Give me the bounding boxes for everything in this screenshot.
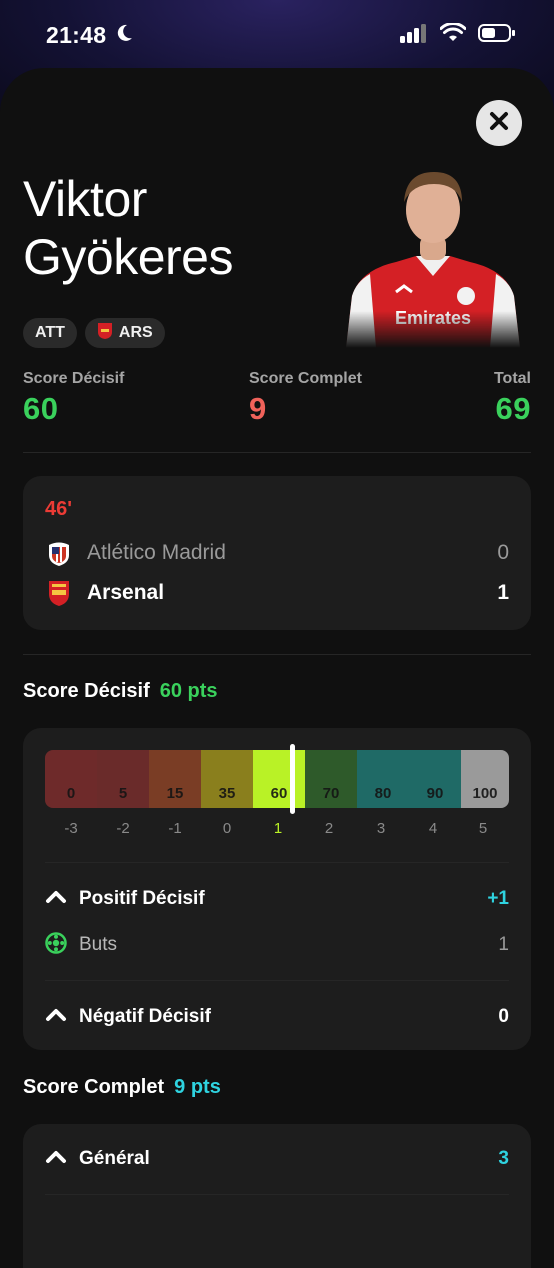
positif-decisif-label: Positif Décisif — [79, 888, 205, 909]
match-card[interactable]: 46' Atlético Madrid 0 Arsenal 1 — [23, 476, 531, 630]
section-title-pts: 9 pts — [174, 1076, 221, 1098]
total-label: Total — [493, 370, 531, 387]
scale-tick: 3 — [376, 820, 386, 837]
scale-tick: -3 — [64, 820, 78, 837]
scale-tick: -2 — [116, 820, 130, 837]
player-last-name: Gyökeres — [23, 229, 233, 285]
wifi-icon — [439, 21, 467, 48]
general-row[interactable]: Général 3 — [45, 1144, 509, 1174]
score-decisif-summary: Score Décisif 60 — [23, 370, 124, 427]
away-team-score: 1 — [497, 581, 509, 604]
scale-segment-active: 60 — [253, 750, 305, 808]
section-title-pts: 60 pts — [159, 680, 218, 702]
score-decisif-label: Score Décisif — [23, 370, 125, 387]
cellular-signal-icon — [400, 23, 428, 48]
scale-ticks: -3 -2 -1 0 1 2 3 4 5 — [45, 820, 509, 840]
score-decisif-value: 60 — [23, 391, 59, 426]
divider — [45, 1194, 509, 1195]
home-team-name: Atlético Madrid — [87, 541, 226, 564]
buts-value: 1 — [498, 934, 509, 955]
player-tags: ATT ARS — [23, 318, 165, 348]
scale-segment: 35 — [201, 750, 253, 808]
scale-tick-active: 1 — [273, 820, 283, 837]
negatif-decisif-value: 0 — [498, 1006, 509, 1027]
status-time: 21:48 — [46, 21, 107, 48]
scale-tick: 5 — [478, 820, 488, 837]
total-summary: Total 69 — [494, 370, 531, 427]
score-decisif-card: 0 5 15 35 60 70 80 90 100 -3 -2 -1 0 1 2… — [23, 728, 531, 1050]
scale-tick: 2 — [324, 820, 334, 837]
scale-segment: 90 — [409, 750, 461, 808]
player-detail-sheet: Viktor Gyökeres Emirates ATT ARS Score D… — [0, 68, 554, 1268]
player-name: Viktor Gyökeres — [23, 170, 343, 286]
arsenal-crest-icon — [45, 578, 73, 608]
scale-segment: 70 — [305, 750, 357, 808]
team-abbr-label: ARS — [118, 324, 153, 341]
section-title-label: Score Décisif — [23, 680, 150, 702]
atletico-crest-icon — [45, 538, 73, 568]
score-complet-card: Général 3 — [23, 1124, 531, 1268]
position-label: ATT — [35, 324, 65, 341]
position-tag: ATT — [23, 318, 77, 348]
away-team-name: Arsenal — [87, 581, 165, 604]
home-team-row: Atlético Madrid 0 — [45, 538, 509, 568]
away-team-row: Arsenal 1 — [45, 578, 509, 608]
negatif-decisif-row[interactable]: Négatif Décisif 0 — [45, 1002, 509, 1032]
divider — [45, 980, 509, 981]
score-complet-section-title: Score Complet 9 pts — [23, 1076, 221, 1099]
scale-segment: 0 — [45, 750, 97, 808]
player-first-name: Viktor — [23, 171, 147, 227]
close-button[interactable] — [476, 100, 522, 146]
score-complet-label: Score Complet — [249, 370, 362, 387]
scale-tick: 0 — [222, 820, 232, 837]
player-photo: Emirates — [346, 164, 520, 348]
scale-segment: 5 — [97, 750, 149, 808]
scores-summary: Score Décisif 60 Score Complet 9 Total 6… — [23, 370, 531, 430]
team-tag: ARS — [84, 318, 165, 348]
negatif-decisif-label: Négatif Décisif — [79, 1006, 211, 1027]
divider — [23, 654, 531, 655]
arsenal-crest-icon — [97, 322, 113, 345]
total-value: 69 — [495, 391, 531, 426]
scale-segment: 80 — [357, 750, 409, 808]
status-bar: 21:48 — [0, 0, 554, 70]
scale-segment: 15 — [149, 750, 201, 808]
divider — [23, 452, 531, 453]
home-team-score: 0 — [497, 541, 509, 564]
close-icon — [488, 110, 510, 137]
section-title-label: Score Complet — [23, 1076, 165, 1098]
score-decisif-section-title: Score Décisif 60 pts — [23, 680, 218, 703]
svg-text:Emirates: Emirates — [395, 308, 471, 328]
positif-decisif-value: +1 — [487, 888, 509, 909]
chevron-up-icon — [45, 1149, 67, 1170]
score-complet-value: 9 — [249, 391, 267, 426]
general-value: 3 — [498, 1148, 509, 1169]
general-label: Général — [79, 1148, 150, 1169]
positif-decisif-row[interactable]: Positif Décisif +1 — [45, 884, 509, 914]
match-minute: 46' — [45, 498, 73, 520]
buts-label: Buts — [79, 934, 118, 955]
battery-icon — [478, 23, 516, 48]
score-marker — [290, 744, 295, 814]
divider — [45, 862, 509, 863]
moon-icon — [114, 23, 134, 48]
score-complet-summary: Score Complet 9 — [249, 370, 362, 427]
scale-tick: 4 — [428, 820, 438, 837]
chevron-up-icon — [45, 889, 67, 910]
soccer-ball-icon — [45, 931, 67, 959]
scale-tick: -1 — [168, 820, 182, 837]
scale-segment: 100 — [461, 750, 509, 808]
buts-row: Buts 1 — [45, 930, 509, 960]
chevron-up-icon — [45, 1007, 67, 1028]
score-scale-bar: 0 5 15 35 60 70 80 90 100 — [45, 750, 509, 808]
